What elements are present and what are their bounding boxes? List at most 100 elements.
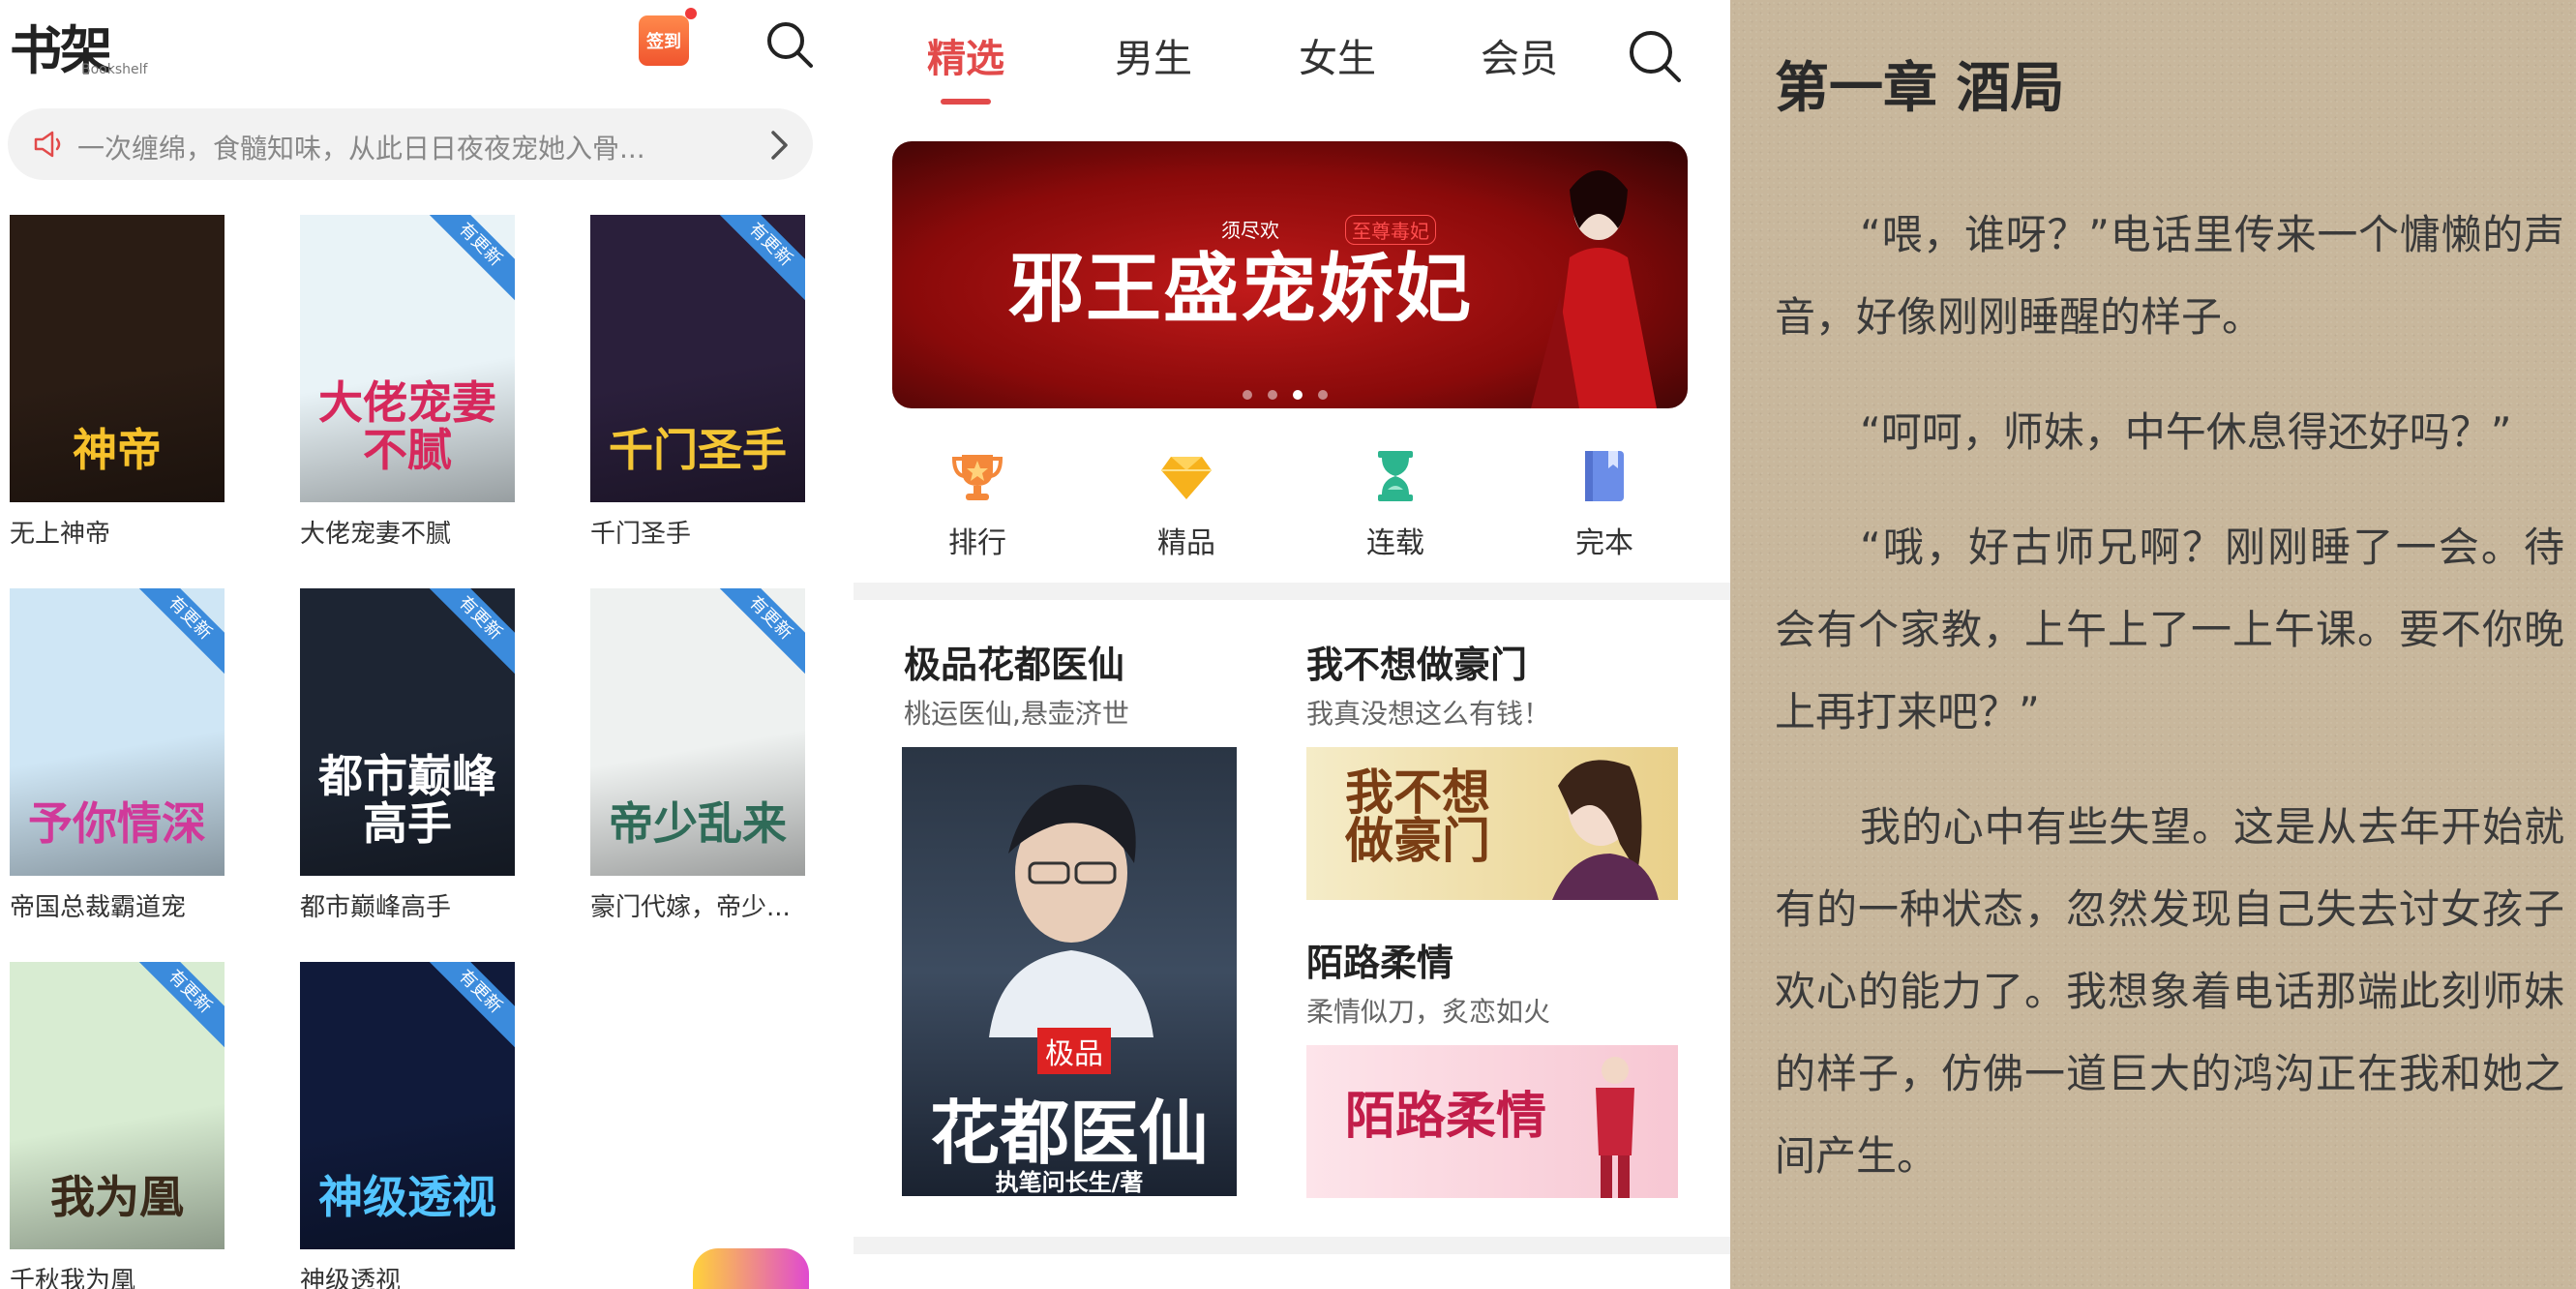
trophy-icon: [951, 455, 1003, 500]
book-item[interactable]: 千门圣手 有更新千门圣手: [590, 215, 809, 550]
reader-paragraph: “哦，好古师兄啊？刚刚睡了一会。待会有个家教，上午上了一上午课。要不你晚上再打来…: [1775, 524, 2564, 735]
store-tabs: 精选 男生 女生 会员: [854, 27, 1730, 85]
search-icon[interactable]: [1626, 27, 1684, 85]
category-label: 完本: [1575, 526, 1633, 560]
category-ranking[interactable]: 排行: [919, 447, 1035, 561]
category-serial[interactable]: 连载: [1337, 447, 1453, 561]
cover-author: 执笔问长生/著: [995, 1169, 1144, 1196]
book-cover[interactable]: 神帝: [10, 215, 225, 502]
update-badge: 有更新: [711, 215, 805, 304]
book-item[interactable]: 神帝 无上神帝: [10, 215, 228, 550]
pagination-dot-active[interactable]: [1293, 390, 1303, 400]
rec-title[interactable]: 陌路柔情: [1306, 933, 1453, 986]
section-divider: [854, 583, 1730, 600]
book-title[interactable]: 千秋我为凰: [10, 1261, 228, 1289]
cover-figure-image: [1552, 760, 1659, 900]
notice-text: 一次缠绵，食髓知味，从此日日夜夜宠她入骨...: [77, 133, 645, 165]
cover-figure-image: [1596, 1057, 1634, 1198]
rec-subtitle: 我真没想这么有钱！: [1306, 698, 1551, 730]
hourglass-icon: [1378, 451, 1413, 501]
logo-subtitle: Bookshelf: [81, 62, 148, 77]
promo-float[interactable]: [693, 1248, 809, 1289]
book-title[interactable]: 无上神帝: [10, 514, 228, 550]
rec-cover-large[interactable]: 极品 花都医仙 执笔问长生/著: [902, 747, 1237, 1196]
category-label: 排行: [948, 526, 1006, 560]
book-cover[interactable]: 我为凰 有更新: [10, 962, 225, 1249]
book-cover-title: 神帝: [73, 423, 162, 476]
bookshelf-panel: 书架 Bookshelf 签到 一次缠绵，食髓知味，从此日日夜夜宠她入骨... …: [0, 0, 854, 1289]
update-badge: 有更新: [421, 588, 515, 677]
banner-figure-image: [1531, 170, 1657, 408]
reader-paragraph: 我的心中有些失望。这是从去年开始就有的一种状态，忽然发现自己失去讨女孩子欢心的能…: [1775, 803, 2564, 1180]
book-title[interactable]: 千门圣手: [590, 514, 809, 550]
signin-label: 签到: [646, 32, 681, 52]
rec-title[interactable]: 我不想做豪门: [1306, 635, 1527, 688]
rec-cover-wide[interactable]: 陌路柔情: [1306, 1045, 1678, 1198]
featured-banner[interactable]: 须尽欢 至尊毒妃 邪王盛宠娇妃: [892, 141, 1688, 408]
tab-female[interactable]: 女生: [1299, 27, 1376, 83]
reader-content: “喂，谁呀？”电话里传来一个慵懒的声音，好像刚刚睡醒的样子。 “呵呵，师妹，中午…: [1775, 194, 2564, 1230]
update-badge: 有更新: [421, 215, 515, 304]
notification-dot: [685, 8, 697, 19]
pagination-dot[interactable]: [1318, 390, 1328, 400]
book-cover-title: 大佬宠妻不腻: [318, 376, 496, 476]
active-tab-indicator: [941, 99, 991, 105]
category-completed[interactable]: 完本: [1546, 447, 1662, 561]
book-cover-title: 千门圣手: [609, 423, 787, 476]
banner-pagination: [1243, 385, 1343, 404]
book-item[interactable]: 大佬宠妻不腻 有更新大佬宠妻不腻: [300, 215, 519, 550]
book-cover[interactable]: 帝少乱来 有更新: [590, 588, 805, 876]
book-title[interactable]: 都市巅峰高手: [300, 887, 519, 923]
tab-male[interactable]: 男生: [1115, 27, 1192, 83]
book-cover[interactable]: 神级透视 有更新: [300, 962, 515, 1249]
book-cover-title: 神级透视: [318, 1170, 496, 1223]
rec-subtitle: 柔情似刀，炙恋如火: [1306, 996, 1551, 1028]
diamond-icon: [1161, 457, 1212, 499]
tab-vip[interactable]: 会员: [1481, 27, 1558, 83]
book-title[interactable]: 神级透视: [300, 1261, 519, 1289]
chevron-right-icon: [771, 131, 788, 160]
book-cover-title: 都市巅峰高手: [318, 750, 496, 850]
category-label: 连载: [1366, 526, 1424, 560]
book-item[interactable]: 我为凰 有更新千秋我为凰: [10, 962, 228, 1289]
book-item[interactable]: 都市巅峰高手 有更新都市巅峰高手: [300, 588, 519, 923]
book-item[interactable]: 帝少乱来 有更新豪门代嫁，帝少...: [590, 588, 809, 923]
book-title[interactable]: 豪门代嫁，帝少...: [590, 887, 809, 923]
pagination-dot[interactable]: [1243, 390, 1252, 400]
notice-bar[interactable]: 一次缠绵，食髓知味，从此日日夜夜宠她入骨...: [8, 108, 813, 180]
cover-figure-image: [989, 784, 1153, 1037]
reader-paragraph: “呵呵，师妹，中午休息得还好吗？”: [1860, 408, 2512, 456]
update-badge: 有更新: [421, 962, 515, 1051]
rec-subtitle: 桃运医仙,悬壶济世: [904, 698, 1129, 730]
reader-panel[interactable]: 第一章 酒局 “喂，谁呀？”电话里传来一个慵懒的声音，好像刚刚睡醒的样子。 “呵…: [1730, 0, 2576, 1289]
cover-tag: 极品: [1037, 1028, 1111, 1074]
rec-title[interactable]: 极品花都医仙: [904, 635, 1124, 688]
search-icon[interactable]: [764, 19, 815, 70]
book-cover[interactable]: 大佬宠妻不腻 有更新: [300, 215, 515, 502]
update-badge: 有更新: [711, 588, 805, 677]
book-title[interactable]: 大佬宠妻不腻: [300, 514, 519, 550]
book-cover-title: 帝少乱来: [609, 796, 787, 850]
book-cover-title: 我为凰: [50, 1170, 184, 1223]
book-item[interactable]: 予你情深 有更新帝国总裁霸道宠: [10, 588, 228, 923]
tab-featured[interactable]: 精选: [927, 27, 1004, 83]
book-icon: [1585, 451, 1624, 501]
bookshelf-logo: 书架 Bookshelf: [10, 8, 147, 81]
update-badge: 有更新: [131, 962, 225, 1051]
pagination-dot[interactable]: [1268, 390, 1277, 400]
book-title[interactable]: 帝国总裁霸道宠: [10, 887, 228, 923]
book-cover[interactable]: 予你情深 有更新: [10, 588, 225, 876]
signin-button[interactable]: 签到: [639, 15, 689, 66]
category-premium[interactable]: 精品: [1128, 447, 1244, 561]
banner-title: 邪王盛宠娇妃: [1008, 245, 1474, 333]
category-label: 精品: [1157, 526, 1215, 560]
book-cover[interactable]: 都市巅峰高手 有更新: [300, 588, 515, 876]
book-cover[interactable]: 千门圣手 有更新: [590, 215, 805, 502]
speaker-icon: [34, 131, 61, 158]
rec-cover-wide[interactable]: 我不想做豪门: [1306, 747, 1678, 900]
update-badge: 有更新: [131, 588, 225, 677]
cover-title: 我不想做豪门: [1345, 764, 1490, 869]
book-item[interactable]: 神级透视 有更新神级透视: [300, 962, 519, 1289]
store-panel: 精选 男生 女生 会员 须尽欢 至尊毒妃 邪王盛宠娇妃 排行 精品 连载 完本 …: [854, 0, 1730, 1289]
book-cover-title: 予你情深: [28, 796, 206, 850]
